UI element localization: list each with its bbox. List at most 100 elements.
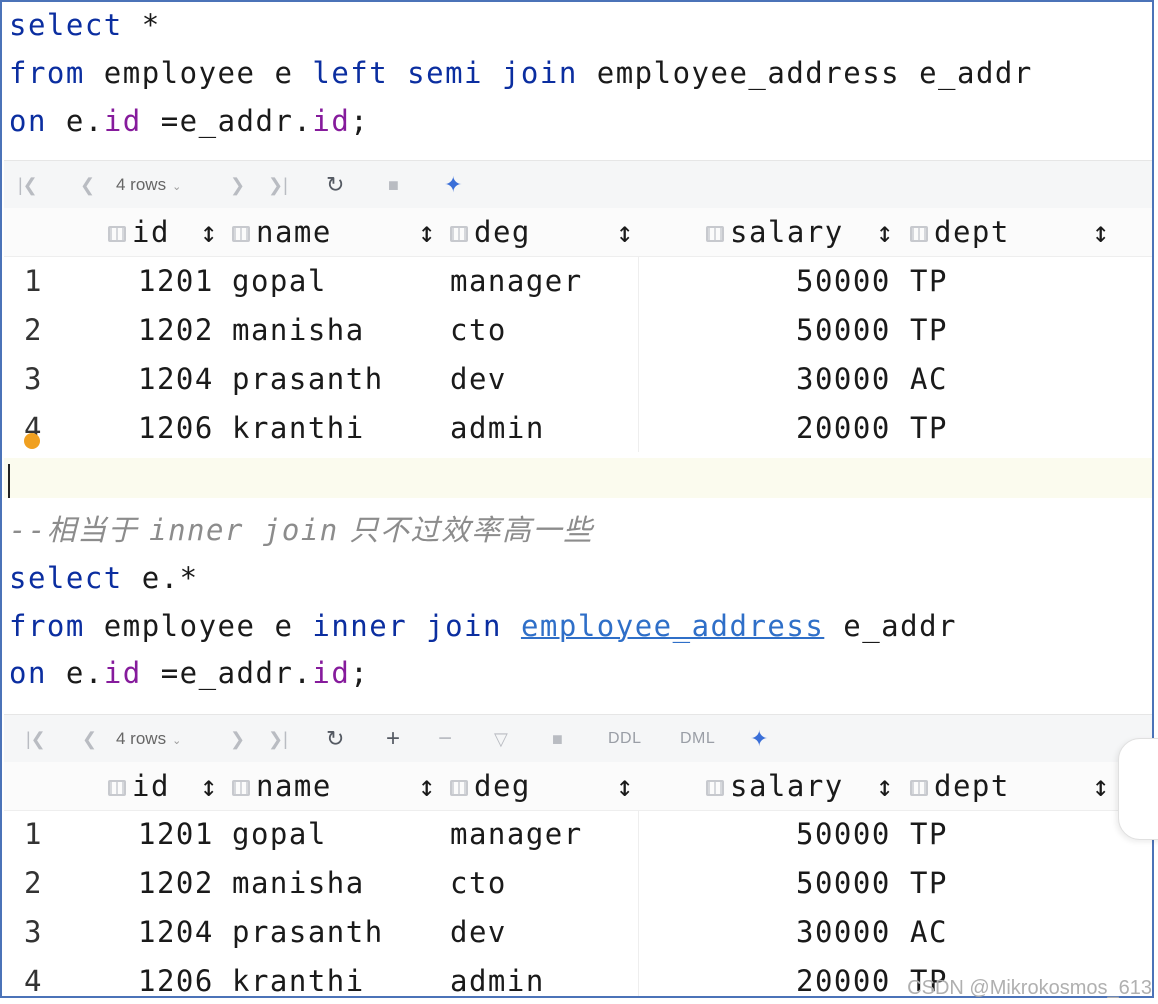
first-page-icon[interactable]: |❮ bbox=[18, 175, 38, 196]
cell-salary[interactable]: 20000 bbox=[796, 957, 891, 996]
cell-id[interactable]: 1202 bbox=[138, 306, 214, 355]
query2-line1[interactable]: select e.* bbox=[9, 558, 199, 598]
cell-name[interactable]: manisha bbox=[232, 306, 365, 355]
stop-icon[interactable]: ■ bbox=[388, 175, 399, 196]
query1-line3[interactable]: on e.id =e_addr.id; bbox=[9, 101, 369, 141]
cell-dept[interactable]: TP bbox=[910, 306, 948, 355]
cell-name[interactable]: kranthi bbox=[232, 404, 365, 453]
table-row[interactable]: 3 1204 prasanth dev 30000 AC bbox=[4, 908, 1152, 957]
column-header-deg[interactable]: deg bbox=[450, 762, 531, 810]
sort-icon[interactable]: ↕ bbox=[616, 208, 635, 256]
table-row[interactable]: 3 1204 prasanth dev 30000 AC bbox=[4, 355, 1152, 404]
column-header-salary[interactable]: salary bbox=[706, 762, 844, 810]
ddl-button[interactable]: DDL bbox=[608, 730, 642, 748]
query2-line2[interactable]: from employee e inner join employee_addr… bbox=[9, 606, 957, 646]
add-row-icon[interactable]: + bbox=[386, 725, 400, 753]
sort-icon[interactable]: ↕ bbox=[616, 762, 635, 810]
table-row[interactable]: 1 1201 gopal manager 50000 TP bbox=[4, 810, 1152, 859]
cell-deg[interactable]: cto bbox=[450, 859, 507, 908]
table-row[interactable]: 4 1206 kranthi admin 20000 TP bbox=[4, 404, 1152, 453]
refresh-icon[interactable]: ↻ bbox=[326, 726, 344, 752]
cell-id[interactable]: 1206 bbox=[138, 957, 214, 996]
sort-icon[interactable]: ↕ bbox=[418, 762, 437, 810]
column-header-name[interactable]: name bbox=[232, 762, 332, 810]
column-header-name[interactable]: name bbox=[232, 208, 332, 256]
cell-dept[interactable]: TP bbox=[910, 859, 948, 908]
first-page-icon[interactable]: |❮ bbox=[26, 729, 46, 750]
code-text: employee e bbox=[84, 56, 313, 90]
query2-line3[interactable]: on e.id =e_addr.id; bbox=[9, 653, 369, 693]
sort-icon[interactable]: ↕ bbox=[1092, 208, 1111, 256]
cell-name[interactable]: gopal bbox=[232, 257, 327, 306]
sort-icon[interactable]: ↕ bbox=[1092, 762, 1111, 810]
column-header-dept[interactable]: dept bbox=[910, 208, 1010, 256]
breakpoint-dot-icon[interactable] bbox=[24, 433, 40, 449]
cell-deg[interactable]: manager bbox=[450, 810, 583, 859]
cell-dept[interactable]: TP bbox=[910, 257, 948, 306]
cell-id[interactable]: 1204 bbox=[138, 355, 214, 404]
column-header-id[interactable]: id bbox=[108, 208, 170, 256]
cell-name[interactable]: manisha bbox=[232, 859, 365, 908]
sql-comment[interactable]: --相当于 inner join 只不过效率高一些 bbox=[9, 510, 593, 550]
cell-dept[interactable]: TP bbox=[910, 404, 948, 453]
column-header-salary[interactable]: salary bbox=[706, 208, 844, 256]
remove-row-icon[interactable]: − bbox=[438, 725, 452, 753]
cell-deg[interactable]: cto bbox=[450, 306, 507, 355]
rows-selector[interactable]: 4 rows ⌄ bbox=[116, 175, 181, 195]
floating-side-tab[interactable] bbox=[1118, 738, 1158, 840]
cell-dept[interactable]: AC bbox=[910, 355, 948, 404]
column-header-deg[interactable]: deg bbox=[450, 208, 531, 256]
sort-icon[interactable]: ↕ bbox=[200, 208, 219, 256]
table-row[interactable]: 2 1202 manisha cto 50000 TP bbox=[4, 306, 1152, 355]
sort-icon[interactable]: ↕ bbox=[418, 208, 437, 256]
stop-icon[interactable]: ■ bbox=[552, 729, 563, 750]
cell-deg[interactable]: admin bbox=[450, 957, 545, 996]
pin-icon[interactable]: ✦ bbox=[444, 172, 462, 198]
cell-id[interactable]: 1202 bbox=[138, 859, 214, 908]
cell-dept[interactable]: TP bbox=[910, 810, 948, 859]
cell-id[interactable]: 1201 bbox=[138, 257, 214, 306]
cell-dept[interactable]: AC bbox=[910, 908, 948, 957]
next-page-icon[interactable]: ❯ bbox=[230, 175, 245, 196]
cell-salary[interactable]: 50000 bbox=[796, 810, 891, 859]
next-page-icon[interactable]: ❯ bbox=[230, 729, 245, 750]
sort-icon[interactable]: ↕ bbox=[200, 762, 219, 810]
query1-line1[interactable]: select * bbox=[9, 5, 161, 45]
table-row[interactable]: 1 1201 gopal manager 50000 TP bbox=[4, 257, 1152, 306]
table-row[interactable]: 2 1202 manisha cto 50000 TP bbox=[4, 859, 1152, 908]
cell-salary[interactable]: 30000 bbox=[796, 355, 891, 404]
field-name: id bbox=[103, 104, 142, 138]
rows-selector[interactable]: 4 rows ⌄ bbox=[116, 729, 181, 749]
cell-name[interactable]: kranthi bbox=[232, 957, 365, 996]
cell-salary[interactable]: 50000 bbox=[796, 306, 891, 355]
cell-name[interactable]: prasanth bbox=[232, 355, 384, 404]
refresh-icon[interactable]: ↻ bbox=[326, 172, 344, 198]
column-header-dept[interactable]: dept bbox=[910, 762, 1010, 810]
cell-name[interactable]: gopal bbox=[232, 810, 327, 859]
sort-icon[interactable]: ↕ bbox=[876, 208, 895, 256]
query1-line2[interactable]: from employee e left semi join employee_… bbox=[9, 53, 1033, 93]
last-page-icon[interactable]: ❯| bbox=[268, 729, 288, 750]
cell-salary[interactable]: 50000 bbox=[796, 257, 891, 306]
cell-salary[interactable]: 30000 bbox=[796, 908, 891, 957]
column-header-id[interactable]: id bbox=[108, 762, 170, 810]
prev-page-icon[interactable]: ❮ bbox=[82, 729, 97, 750]
cell-deg[interactable]: dev bbox=[450, 908, 507, 957]
cell-id[interactable]: 1201 bbox=[138, 810, 214, 859]
filter-icon[interactable]: ▽ bbox=[494, 729, 508, 750]
cell-deg[interactable]: admin bbox=[450, 404, 545, 453]
cell-salary[interactable]: 20000 bbox=[796, 404, 891, 453]
pin-icon[interactable]: ✦ bbox=[750, 726, 768, 752]
sort-icon[interactable]: ↕ bbox=[876, 762, 895, 810]
cell-deg[interactable]: manager bbox=[450, 257, 583, 306]
prev-page-icon[interactable]: ❮ bbox=[80, 175, 95, 196]
dml-button[interactable]: DML bbox=[680, 730, 715, 748]
cell-deg[interactable]: dev bbox=[450, 355, 507, 404]
row-number: 1 bbox=[24, 264, 43, 298]
table-reference-link[interactable]: employee_address bbox=[521, 609, 824, 643]
cell-name[interactable]: prasanth bbox=[232, 908, 384, 957]
last-page-icon[interactable]: ❯| bbox=[268, 175, 288, 196]
cell-id[interactable]: 1204 bbox=[138, 908, 214, 957]
cell-id[interactable]: 1206 bbox=[138, 404, 214, 453]
cell-salary[interactable]: 50000 bbox=[796, 859, 891, 908]
